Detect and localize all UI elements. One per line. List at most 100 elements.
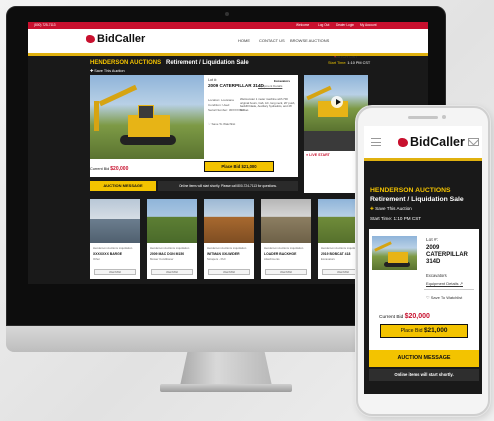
live-start-label: ● LIVE START (306, 153, 330, 157)
item-tile-watch-bid-button[interactable]: Watch/Bid (208, 269, 250, 275)
nav-contact-us[interactable]: CONTACT US (259, 38, 285, 43)
item-tile-category: Scrapers - Pull (207, 257, 226, 261)
mobile-logo[interactable]: BidCaller (398, 135, 465, 149)
desktop-lot-serial: Serial Number: 30XXXXXX (208, 108, 245, 112)
item-tile-watch-bid-button[interactable]: Watch/Bid (94, 269, 136, 275)
desktop-save-watchlist-label: Save To Watchlist (211, 122, 236, 126)
topbar-link-logout[interactable]: Log Out (318, 23, 329, 27)
item-tile-title: XXXXXXX BARGE (93, 252, 123, 256)
bidcaller-logo-icon (86, 35, 95, 43)
desktop-current-bid: Current Bid $20,000 (90, 166, 128, 172)
item-tile-photo[interactable] (204, 199, 254, 243)
desktop-lot-category: Excavators (274, 79, 291, 83)
item-tile-title: LOADER BACKHOE (264, 252, 297, 256)
item-tile-title: 2019 BOBCAT 418 (321, 252, 351, 256)
desktop-auction-message-text: Online items will start shortly. Please … (158, 181, 298, 191)
mobile-equipment-details[interactable]: Equipment Details ↗ (426, 281, 463, 286)
desktop-lot-description: Wetmunster 1 meter machine with 700 orig… (240, 97, 296, 112)
mobile-place-bid-value: $21,000 (423, 327, 448, 334)
desktop-equipment-details[interactable]: Equipment Details (258, 84, 282, 88)
excavator-stick (94, 101, 99, 131)
desktop-logo-text: BidCaller (97, 33, 146, 45)
desktop-save-watchlist[interactable]: ♡ Save To Watchlist (208, 122, 235, 126)
desktop-auction-title: Retirement / Liquidation Sale (166, 60, 249, 66)
mobile-save-watchlist[interactable]: ♡ Save To Watchlist (426, 295, 462, 300)
mobile-current-bid-value: $20,000 (404, 313, 430, 320)
desktop-auction-name: HENDERSON AUCTIONS (90, 60, 162, 66)
mobile-start-time: Start Time: 1:10 PM CST (370, 216, 421, 221)
desktop-auction-message-button[interactable]: AUCTION MESSAGE (90, 181, 156, 191)
play-icon[interactable] (331, 96, 343, 108)
live-excavator-arm (306, 85, 332, 101)
mobile-save-auction-label: Save This Auction (375, 206, 412, 211)
desktop-place-bid-button[interactable]: Place Bid $21,000 (204, 161, 274, 172)
mobile-place-bid-label: Place Bid (400, 328, 423, 334)
desktop-lot-label: Lot #: (208, 78, 217, 82)
start-time-value: 1:10 PM CST (347, 61, 371, 65)
mobile-save-watchlist-label: Save To Watchlist (430, 295, 463, 300)
item-tile-photo[interactable] (90, 199, 140, 243)
mobile-auction-title: Retirement / Liquidation Sale (370, 196, 464, 203)
phone-camera (442, 115, 446, 119)
mobile-excavator-body (388, 252, 408, 263)
place-bid-value: $21,000 (241, 164, 257, 169)
nav-browse-auctions[interactable]: BROWSE AUCTIONS (290, 38, 329, 43)
imac-camera (225, 12, 229, 16)
excavator-cab (138, 105, 154, 119)
mobile-screen: BidCaller HENDERSON AUCTIONS Retirement … (364, 126, 482, 394)
item-tile-auction: Henderson Auctions Liquidation (264, 246, 304, 250)
mobile-lot-title: 2009 CATERPILLAR 314D (426, 245, 468, 265)
mobile-excavator-arm (374, 241, 392, 252)
item-tile-category: Excavators (321, 257, 335, 261)
topbar-phone: (800) 725-7113 (34, 23, 56, 27)
current-bid-value: $20,000 (110, 166, 129, 172)
item-tile-title: 2009 MAC DON M150 (150, 252, 185, 256)
mobile-lot-photo[interactable] (372, 236, 417, 270)
external-link-icon: ↗ (459, 281, 463, 286)
mobile-divider (424, 289, 474, 290)
desktop-logo[interactable]: BidCaller (86, 33, 145, 45)
desktop-save-auction-link[interactable]: ✚ Save This Auction (90, 68, 125, 73)
mobile-auction-message-text: Online items will start shortly. (369, 369, 479, 381)
mobile-start-value: 1:10 PM CST (393, 216, 422, 221)
item-tile-watch-bid-button[interactable]: Watch/Bid (265, 269, 307, 275)
item-tile-auction: Henderson Auctions Liquidation (321, 246, 361, 250)
topbar-link-dealer-login[interactable]: Dealer Login (336, 23, 354, 27)
lot-photo[interactable] (90, 75, 204, 159)
item-tile-category: Other (93, 257, 100, 261)
start-time-label: Start Time: (328, 61, 347, 65)
mobile-save-auction-link[interactable]: ✚ Save This Auction (370, 206, 412, 212)
mobile-place-bid-button[interactable]: Place Bid $21,000 (380, 324, 468, 338)
topbar-link-my-account[interactable]: My Account (360, 23, 376, 27)
desktop-lot-location: Location: Louisiana (208, 98, 234, 102)
topbar-link-welcome[interactable]: Welcome (296, 23, 309, 27)
current-bid-label: Current Bid (90, 167, 110, 171)
mobile-current-bid-label: Current Bid (379, 315, 404, 320)
mobile-auction-name: HENDERSON AUCTIONS (370, 187, 451, 194)
mail-icon[interactable] (468, 138, 479, 146)
item-tile-auction: Henderson Auctions Liquidation (150, 246, 190, 250)
mobile-start-label: Start Time: (370, 216, 393, 221)
mobile-auction-message-button[interactable]: AUCTION MESSAGE (369, 350, 479, 367)
desktop-save-auction-label: Save This Auction (94, 69, 125, 73)
live-start-text: LIVE START (309, 153, 330, 157)
desktop-topbar: (800) 725-7113 Welcome Log Out Dealer Lo… (28, 22, 428, 29)
excavator-arm (98, 84, 138, 107)
item-tile-watch-bid-button[interactable]: Watch/Bid (151, 269, 193, 275)
mobile-lot-category: Excavators (426, 273, 447, 278)
desktop-lot-condition: Condition: Used (208, 103, 230, 107)
item-tile-photo[interactable] (261, 199, 311, 243)
mobile-equipment-details-label: Equipment Details (426, 281, 459, 286)
place-bid-label: Place Bid (221, 164, 241, 169)
imac-stand (180, 352, 272, 386)
imac-stand-base (160, 384, 292, 392)
desktop-lot-title: 2009 CATERPILLAR 314D (208, 83, 264, 88)
hamburger-menu-icon[interactable] (371, 138, 381, 146)
phone-speaker (408, 116, 438, 119)
item-tile-category: Mower Conditioner (150, 257, 174, 261)
mobile-accent-bar (364, 158, 482, 161)
item-tile-photo[interactable] (147, 199, 197, 243)
mobile-logo-text: BidCaller (410, 135, 465, 149)
nav-home[interactable]: HOME (238, 38, 250, 43)
item-tile-auction: Henderson Auctions Liquidation (93, 246, 133, 250)
